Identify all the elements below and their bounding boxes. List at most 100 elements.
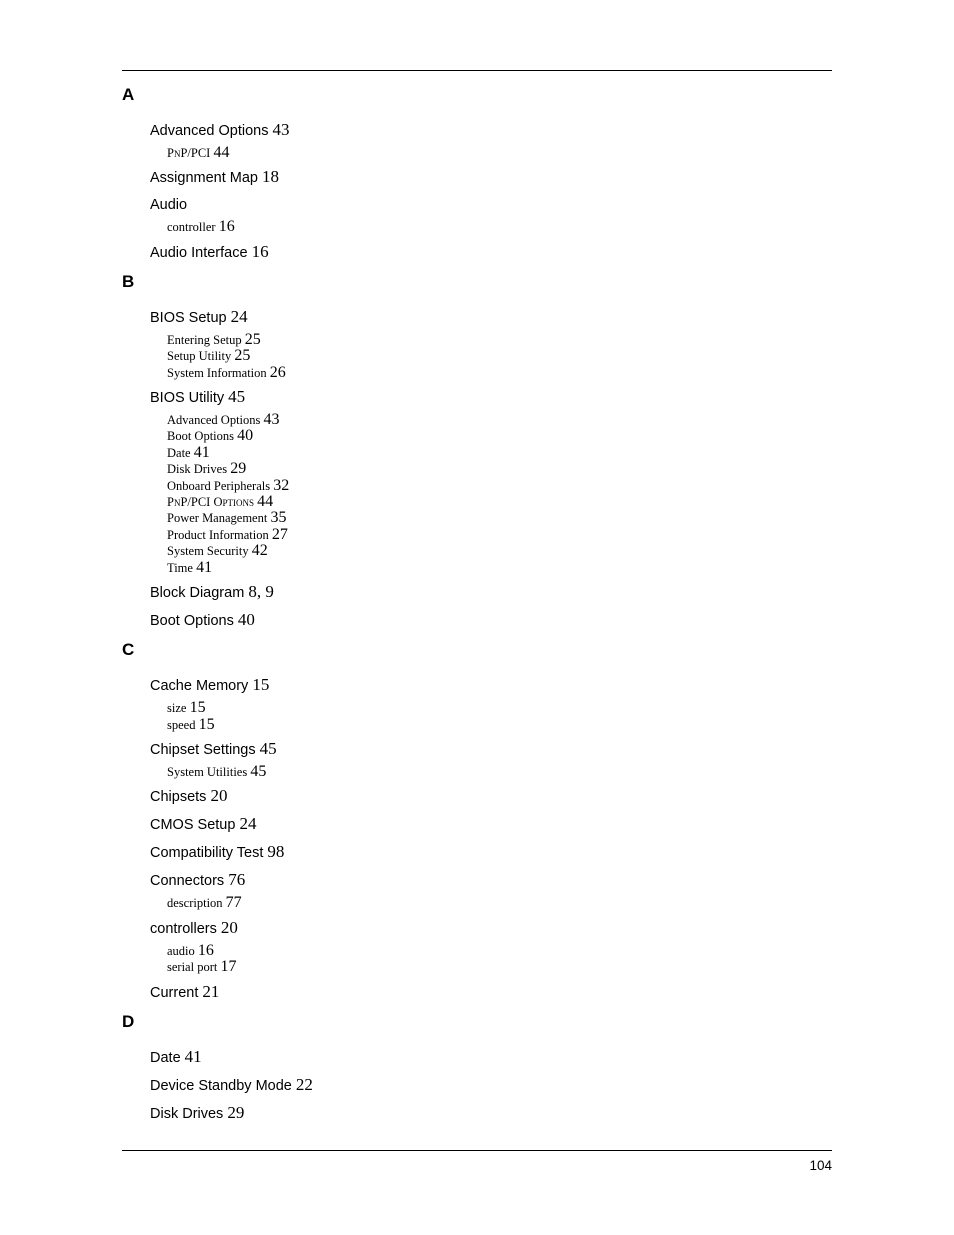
index-subentry[interactable]: Time 41 (167, 558, 954, 576)
subentry-page-numbers: 25 (234, 347, 251, 365)
entry-page-numbers: 29 (227, 1102, 245, 1122)
section-letter: B (122, 271, 135, 291)
entry-title: Connectors (150, 873, 225, 890)
entry-page-numbers: 24 (239, 814, 257, 834)
subentry-title: Disk Drives (167, 462, 228, 477)
subentry-title: size (167, 701, 187, 716)
subentry-title: PnP/PCI (167, 146, 211, 160)
subentry-page-numbers: 17 (220, 958, 237, 976)
index-subentry[interactable]: Setup Utility 25 (167, 348, 954, 364)
entry-list: BIOS Setup 24 Entering Setup 25 Setup Util… (150, 307, 954, 639)
subentry-title: Setup Utility (167, 349, 232, 364)
index-section: C Cache Memory 15 size 15 speed 15 Chipset S… (0, 639, 954, 1010)
entry-title: BIOS Utility (150, 390, 225, 407)
subentry-title: Boot Options (167, 429, 235, 444)
entry-title: Compatibility Test (150, 845, 264, 862)
subentry-page-numbers: 77 (225, 894, 242, 912)
index-entry[interactable]: Date 41 (150, 1046, 954, 1076)
subentry-list: Advanced Options 43 Boot Options 40 Date 4… (167, 412, 954, 583)
index-subentry[interactable]: audio 16 (167, 941, 954, 959)
subentry-title: Entering Setup (167, 332, 242, 347)
index-section: A Advanced Options 43 PnP/PCI 44 Assignment… (0, 84, 954, 271)
subentry-page-numbers: 35 (270, 509, 287, 527)
index-subentry[interactable]: controller 16 (167, 219, 954, 235)
entry-title: Date (150, 1049, 181, 1066)
index-subentry[interactable]: description 77 (167, 895, 954, 911)
index-entry[interactable]: Boot Options 40 (150, 611, 954, 639)
entry-page-numbers: 45 (259, 738, 277, 758)
entry-page-numbers: 41 (184, 1046, 202, 1066)
index-subentry[interactable]: serial port 17 (167, 959, 954, 975)
subentry-list: System Utilities 45 (167, 763, 954, 787)
index-subentry[interactable]: PnP/PCI Options 44 (167, 494, 954, 510)
index-subentry[interactable]: PnP/PCI 44 (167, 145, 954, 161)
entry-page-numbers: 21 (202, 981, 220, 1001)
index-subentry[interactable]: Boot Options 40 (167, 428, 954, 444)
entry-page-numbers: 20 (220, 917, 238, 937)
index-entry[interactable]: Disk Drives 29 (150, 1102, 954, 1132)
subentry-page-numbers: 44 (257, 493, 274, 511)
subentry-list: description 77 (167, 895, 954, 918)
index-subentry[interactable]: System Security 42 (167, 543, 954, 559)
index-subentry[interactable]: Date 41 (167, 444, 954, 461)
index-subentry[interactable]: System Utilities 45 (167, 763, 954, 780)
subentry-list: Entering Setup 25 Setup Utility 25 System … (167, 331, 954, 388)
index-page: A Advanced Options 43 PnP/PCI 44 Assignment… (0, 0, 954, 1235)
index-entry[interactable]: Chipsets 20 (150, 787, 954, 815)
subentry-title: Advanced Options (167, 413, 261, 428)
subentry-page-numbers: 41 (196, 558, 213, 576)
index-subentry[interactable]: System Information 26 (167, 363, 954, 381)
entry-title: Device Standby Mode (150, 1077, 292, 1094)
entry-page-numbers: 15 (252, 675, 270, 695)
index-entry[interactable]: Block Diagram 8, 9 (150, 583, 954, 611)
index-subentry[interactable]: size 15 (167, 700, 954, 716)
index-entry[interactable]: Current 21 (150, 981, 954, 1011)
entry-title: controllers (150, 920, 217, 937)
index-subentry[interactable]: Disk Drives 29 (167, 461, 954, 477)
section-letter: C (122, 640, 135, 660)
index-entry[interactable]: Device Standby Mode 22 (150, 1075, 954, 1104)
subentry-list: controller 16 (167, 219, 954, 242)
subentry-list: PnP/PCI 44 (167, 145, 954, 168)
index-subentry[interactable]: Onboard Peripherals 32 (167, 476, 954, 494)
subentry-page-numbers: 27 (271, 525, 288, 543)
subentry-list: audio 16 serial port 17 (167, 941, 954, 983)
entry-title: Chipset Settings (150, 741, 256, 758)
subentry-page-numbers: 26 (269, 363, 286, 381)
subentry-page-numbers: 16 (197, 941, 214, 959)
subentry-title: Onboard Peripherals (167, 478, 271, 493)
subentry-title: description (167, 896, 223, 911)
subentry-title: System Information (167, 365, 267, 380)
entry-page-numbers: 18 (262, 167, 280, 187)
entry-title: Assignment Map (150, 170, 258, 187)
index-subentry[interactable]: speed 15 (167, 715, 954, 733)
subentry-title: serial port (167, 960, 218, 975)
entry-page-numbers: 98 (267, 842, 285, 862)
subentry-page-numbers: 32 (273, 476, 290, 494)
index-entry[interactable]: CMOS Setup 24 (150, 815, 954, 843)
subentry-page-numbers: 29 (230, 460, 247, 478)
subentry-page-numbers: 44 (213, 144, 230, 161)
index-entry[interactable]: Audio Interface 16 (150, 242, 954, 271)
subentry-title: Time (167, 560, 193, 575)
index-entry[interactable]: Compatibility Test 98 (150, 843, 954, 871)
index-section: D Date 41 Device Standby Mode 22 Disk Drive… (0, 1011, 954, 1132)
subentry-title: System Utilities (167, 764, 248, 779)
index-subentry[interactable]: Entering Setup 25 (167, 331, 954, 348)
index-subentry[interactable]: Advanced Options 43 (167, 412, 954, 428)
index-section: B BIOS Setup 24 Entering Setup 25 Setup Uti… (0, 271, 954, 639)
subentry-title: Product Information (167, 527, 269, 542)
entry-title: Current (150, 984, 199, 1001)
entry-page-numbers: 8, 9 (248, 582, 274, 602)
subentry-page-numbers: 15 (198, 715, 215, 733)
entry-title: Audio Interface (150, 244, 248, 261)
index-entry[interactable]: Assignment Map 18 (150, 168, 954, 196)
subentry-page-numbers: 15 (189, 699, 206, 717)
index-subentry[interactable]: Product Information 27 (167, 525, 954, 543)
subentry-title: controller (167, 220, 216, 235)
subentry-list: size 15 speed 15 (167, 700, 954, 740)
section-letter: A (122, 85, 135, 104)
entry-page-numbers: 43 (272, 120, 290, 139)
subentry-title: audio (167, 943, 195, 958)
index-subentry[interactable]: Power Management 35 (167, 510, 954, 526)
